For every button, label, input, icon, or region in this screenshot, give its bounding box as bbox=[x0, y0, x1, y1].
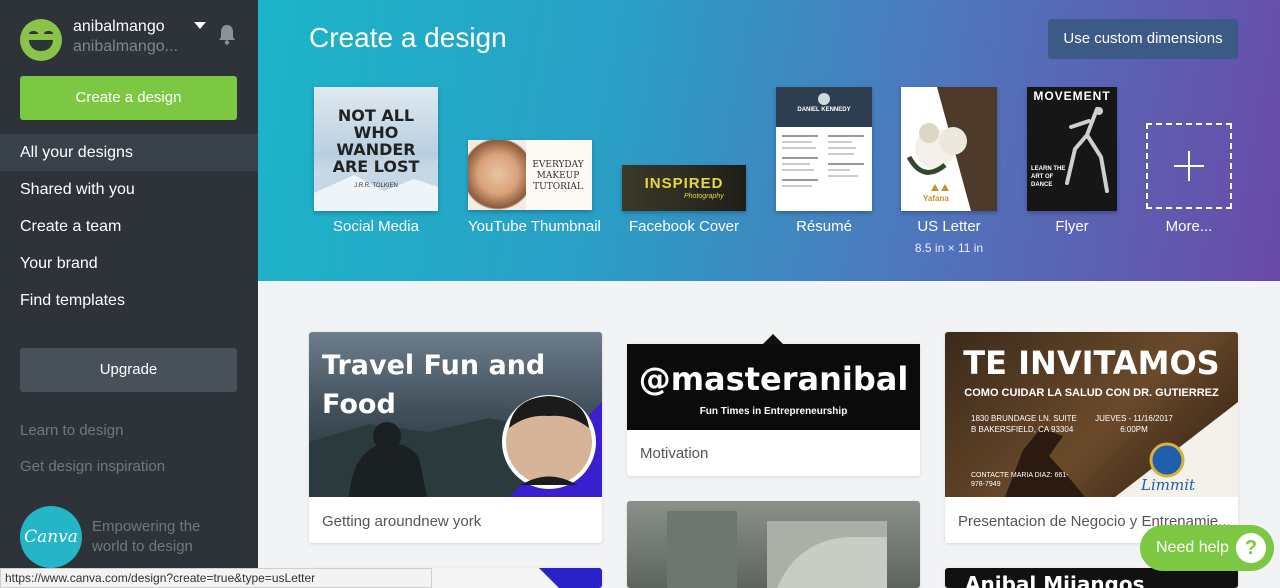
avatar bbox=[20, 19, 62, 61]
template-label: Résumé bbox=[796, 218, 852, 235]
design-thumbnail: Travel Fun and Food bbox=[309, 332, 602, 497]
more-templates-box bbox=[1146, 123, 1232, 209]
design-thumbnail bbox=[627, 501, 920, 588]
sidebar: anibalmango anibalmango... Create a desi… bbox=[0, 0, 272, 588]
pointer-arrow bbox=[763, 334, 783, 344]
template-label: More... bbox=[1165, 218, 1213, 235]
user-name: anibalmango bbox=[73, 18, 165, 35]
template-label: YouTube Thumbnail bbox=[468, 218, 601, 235]
template-thumb-text: NOT ALL WHO WANDER ARE LOST bbox=[332, 106, 420, 176]
custom-dimensions-button[interactable]: Use custom dimensions bbox=[1048, 19, 1238, 59]
need-help-label: Need help bbox=[1156, 539, 1229, 556]
user-handle: anibalmango... bbox=[73, 38, 178, 55]
create-design-header: Create a design Use custom dimensions NO… bbox=[258, 0, 1280, 281]
design-thumbnail: Anibal Mijangos bbox=[945, 568, 1238, 588]
design-subtitle: Fun Times in Entrepreneurship bbox=[699, 406, 848, 417]
chevron-down-icon[interactable] bbox=[194, 22, 206, 29]
tagline: Empowering the world to design bbox=[92, 518, 201, 555]
template-label: Facebook Cover bbox=[628, 218, 740, 235]
user-menu[interactable]: anibalmango anibalmango... bbox=[20, 17, 240, 61]
template-youtube-thumbnail[interactable]: EVERYDAY MAKEUP TUTORIAL YouTube Thumbna… bbox=[468, 140, 601, 250]
template-facebook-cover[interactable]: INSPIRED Photography Facebook Cover bbox=[622, 165, 746, 250]
design-inspiration-link[interactable]: Get design inspiration bbox=[20, 458, 165, 475]
canva-logo[interactable]: Canva bbox=[20, 506, 82, 568]
sidebar-item-create-team[interactable]: Create a team bbox=[0, 208, 258, 245]
template-thumbnail: INSPIRED Photography bbox=[622, 165, 746, 211]
template-thumbnail: EVERYDAY MAKEUP TUTORIAL bbox=[468, 140, 592, 210]
design-caption: Motivation bbox=[640, 445, 709, 462]
design-title: @masteranibal bbox=[638, 360, 909, 398]
design-title: TE INVITAMOS bbox=[963, 344, 1220, 382]
template-thumbnail: Yafana bbox=[901, 87, 997, 211]
template-thumb-text: DANIEL KENNEDY bbox=[797, 107, 851, 113]
design-card[interactable]: Anibal Mijangos bbox=[945, 568, 1238, 588]
design-logo-text: Limmit bbox=[1141, 476, 1196, 494]
design-card[interactable] bbox=[627, 501, 920, 588]
template-label: US Letter bbox=[917, 218, 981, 235]
design-address: 1830 BRUNDAGE LN. SUITE B BAKERSFIELD, C… bbox=[971, 414, 1077, 434]
design-title: Travel Fun and Food bbox=[322, 350, 546, 420]
template-flyer[interactable]: MOVEMENT LEARN THE ART OF DANCE Flyer bbox=[1027, 87, 1117, 247]
design-card[interactable]: Travel Fun and Food Getting aroundnew yo… bbox=[309, 332, 602, 543]
design-subtitle: COMO CUIDAR LA SALUD CON DR. GUTIERREZ bbox=[964, 387, 1219, 399]
template-dimensions: 8.5 in × 11 in bbox=[914, 241, 984, 255]
question-icon: ? bbox=[1236, 533, 1266, 563]
template-us-letter[interactable]: Yafana US Letter 8.5 in × 11 in bbox=[901, 87, 997, 257]
design-caption: Getting aroundnew york bbox=[322, 513, 482, 530]
upgrade-button[interactable]: Upgrade bbox=[20, 348, 237, 392]
template-resume[interactable]: DANIEL KENNEDY Résumé bbox=[776, 87, 872, 247]
template-thumb-text: Yafana bbox=[923, 194, 949, 203]
template-more[interactable]: More... bbox=[1146, 123, 1232, 247]
design-contact: CONTACTE MARIA DIAZ: 661-978-7949 bbox=[971, 472, 1069, 488]
design-card[interactable]: TE INVITAMOS COMO CUIDAR LA SALUD CON DR… bbox=[945, 332, 1238, 543]
design-card[interactable]: @masteranibal Fun Times in Entrepreneurs… bbox=[627, 334, 920, 476]
create-design-button[interactable]: Create a design bbox=[20, 76, 237, 120]
learn-to-design-link[interactable]: Learn to design bbox=[20, 422, 123, 439]
sidebar-item-all-designs[interactable]: All your designs bbox=[0, 134, 272, 171]
template-thumbnail: DANIEL KENNEDY bbox=[776, 87, 872, 211]
plus-icon bbox=[1174, 151, 1204, 181]
template-label: Social Media bbox=[333, 218, 419, 235]
sidebar-nav: All your designs Shared with you Create … bbox=[0, 134, 272, 319]
status-bar-url: https://www.canva.com/design?create=true… bbox=[0, 568, 432, 588]
design-date: JUEVES - 11/16/2017 6:00PM bbox=[1095, 414, 1173, 434]
bell-icon[interactable] bbox=[217, 23, 237, 45]
template-thumbnail: MOVEMENT LEARN THE ART OF DANCE bbox=[1027, 87, 1117, 211]
need-help-button[interactable]: Need help ? bbox=[1140, 525, 1274, 571]
template-label: Flyer bbox=[1055, 218, 1089, 235]
design-title: Anibal Mijangos bbox=[965, 572, 1145, 588]
sidebar-item-brand[interactable]: Your brand bbox=[0, 245, 258, 282]
design-thumbnail: TE INVITAMOS COMO CUIDAR LA SALUD CON DR… bbox=[945, 332, 1238, 497]
template-thumb-text: INSPIRED bbox=[644, 175, 724, 192]
template-social-media[interactable]: NOT ALL WHO WANDER ARE LOST J.R.R. TOLKI… bbox=[314, 87, 438, 247]
design-thumbnail: @masteranibal Fun Times in Entrepreneurs… bbox=[627, 344, 920, 430]
page-title: Create a design bbox=[309, 22, 507, 53]
sidebar-item-find-templates[interactable]: Find templates bbox=[0, 282, 258, 319]
template-thumbnail: NOT ALL WHO WANDER ARE LOST J.R.R. TOLKI… bbox=[314, 87, 438, 211]
sidebar-item-shared[interactable]: Shared with you bbox=[0, 171, 258, 208]
template-thumb-text: EVERYDAY MAKEUP TUTORIAL bbox=[532, 160, 584, 192]
